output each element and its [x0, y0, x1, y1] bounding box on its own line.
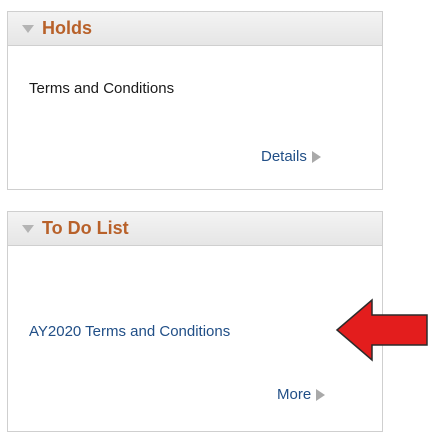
more-link[interactable]: More: [277, 386, 326, 403]
details-link[interactable]: Details: [261, 148, 321, 165]
holds-item-text: Terms and Conditions: [29, 80, 175, 97]
todo-title: To Do List: [42, 218, 129, 238]
holds-header[interactable]: Holds: [8, 12, 382, 46]
collapse-triangle-icon[interactable]: [22, 224, 34, 233]
collapse-triangle-icon[interactable]: [22, 24, 34, 33]
right-arrow-icon: [316, 388, 326, 401]
todo-item-link[interactable]: AY2020 Terms and Conditions: [29, 323, 230, 340]
todo-header[interactable]: To Do List: [8, 212, 382, 246]
todo-pagelet: To Do List AY2020 Terms and Conditions M…: [7, 211, 383, 432]
more-link-label[interactable]: More: [277, 386, 311, 403]
red-annotation-arrow-icon: [335, 298, 428, 362]
holds-pagelet: Holds Terms and Conditions Details: [7, 11, 383, 190]
details-link-label[interactable]: Details: [261, 148, 307, 165]
right-arrow-icon: [311, 150, 321, 163]
holds-title: Holds: [42, 18, 93, 38]
